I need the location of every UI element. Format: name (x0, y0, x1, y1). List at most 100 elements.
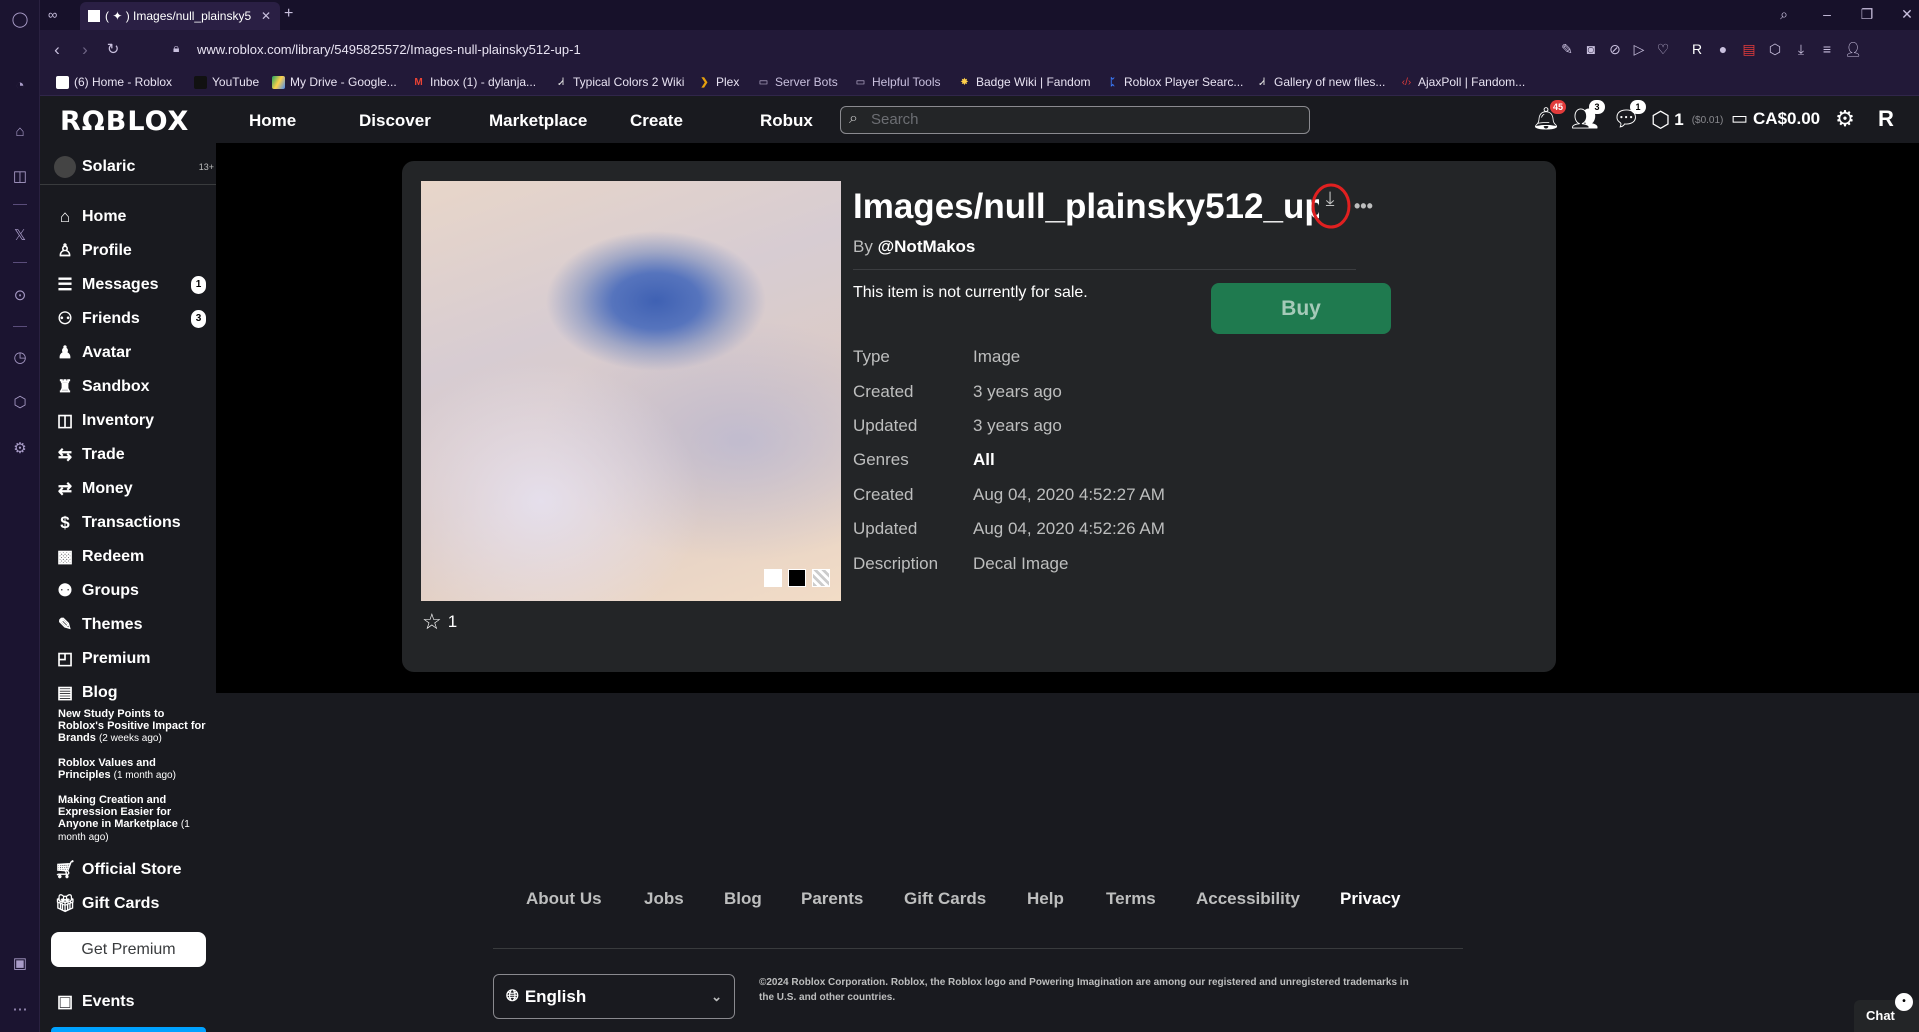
bookmark-folder[interactable]: ▭ Server Bots (757, 75, 838, 89)
bookmark-folder[interactable]: ▭ Helpful Tools (854, 75, 941, 89)
bookmark[interactable]: ‹/› AjaxPoll | Fandom... (1400, 75, 1525, 89)
blog-post[interactable]: Making Creation and Expression Easier fo… (58, 794, 208, 844)
more-options-icon[interactable]: ••• (1354, 196, 1373, 217)
close-window-icon[interactable]: ✕ (1897, 6, 1917, 23)
sidebar-item-blog[interactable]: ▤ Blog (40, 677, 216, 709)
account-icon[interactable]: 👤︎ (1844, 41, 1862, 59)
chat-button[interactable]: Chat • (1854, 993, 1919, 1032)
footer-link-privacy[interactable]: Privacy (1340, 889, 1401, 909)
back-icon[interactable]: ‹ (46, 40, 68, 60)
bookmark[interactable]: YouTube (194, 75, 259, 89)
aria-icon[interactable]: ◔ (9, 74, 31, 96)
roblox-logo[interactable]: RΩBLOX (60, 106, 189, 137)
url-field[interactable]: www.roblox.com/library/5495825572/Images… (197, 42, 581, 57)
sidebar-item-official-store[interactable]: 🛒︎ Official Store (40, 854, 216, 886)
nav-home[interactable]: Home (249, 111, 296, 131)
footer-link-jobs[interactable]: Jobs (644, 889, 684, 909)
extensions-toolbar-icon[interactable]: ⬡ (1766, 41, 1784, 59)
favorite-button[interactable]: ☆ 1 (422, 609, 457, 635)
sidebar-item-home[interactable]: ⌂ Home (40, 201, 216, 233)
settings-gear-icon[interactable]: ⚙ (1832, 106, 1858, 132)
nav-discover[interactable]: Discover (359, 111, 431, 131)
restore-icon[interactable]: ❐ (1857, 6, 1877, 23)
close-tab-icon[interactable]: ✕ (261, 9, 271, 23)
bookmark[interactable]: Ꮧ Typical Colors 2 Wiki (555, 75, 684, 89)
language-selector[interactable]: 🌐︎ English ⌄ (493, 974, 735, 1019)
sidebar-item-themes[interactable]: ✎ Themes (40, 609, 216, 641)
bookmark[interactable]: M Inbox (1) - dylanja... (412, 75, 536, 89)
friends-header-icon[interactable]: 👥︎ 3 (1571, 100, 1605, 132)
opera-logo-icon[interactable]: ◯ (9, 8, 31, 30)
notifications-icon[interactable]: 🔔︎ 45 (1532, 100, 1566, 132)
sidebar-user[interactable]: Solaric 13+ (40, 151, 216, 183)
footer-link-help[interactable]: Help (1027, 889, 1064, 909)
reload-icon[interactable]: ↻ (102, 40, 124, 58)
sidebar-item-trade[interactable]: ⇆ Trade (40, 439, 216, 471)
black-background-swatch[interactable] (788, 569, 806, 587)
more-icon[interactable]: ⋯ (9, 998, 31, 1020)
detail-value[interactable]: All (973, 450, 995, 470)
chat-header-icon[interactable]: 💬︎ 1 (1612, 100, 1646, 132)
sidebar-item-gift-cards[interactable]: 🎁︎ Gift Cards (40, 888, 216, 920)
search-input[interactable] (871, 111, 1291, 128)
footer-link-accessibility[interactable]: Accessibility (1196, 889, 1300, 909)
search-box[interactable]: ⌕ (840, 106, 1310, 134)
history-icon[interactable]: ◷ (9, 346, 31, 368)
sidebar-item-money[interactable]: ⇄ Money (40, 473, 216, 505)
sidebar-item-friends[interactable]: ⚇ Friends 3 (40, 303, 216, 335)
bookmark[interactable]: ✸ Badge Wiki | Fandom (958, 75, 1090, 89)
gallery-icon[interactable]: ▣ (9, 952, 31, 974)
easy-setup-icon[interactable]: ≡ (1818, 41, 1836, 59)
sidebar-item-transactions[interactable]: $ Transactions (40, 507, 216, 539)
extensions-icon[interactable]: ⬡ (9, 391, 31, 413)
snapshot-icon[interactable]: ◙ (1582, 41, 1600, 59)
blog-post[interactable]: New Study Points to Roblox's Positive Im… (58, 708, 208, 745)
messenger-icon[interactable]: ◫ (9, 165, 31, 187)
bookmark[interactable]: (6) Home - Roblox (56, 75, 172, 89)
workspaces-icon[interactable]: ⌂ (9, 120, 31, 142)
white-background-swatch[interactable] (764, 569, 782, 587)
sidebar-item-events[interactable]: ▣ Events (40, 986, 216, 1018)
sidebar-item-sandbox[interactable]: ♜ Sandbox (40, 371, 216, 403)
footer-link-about-us[interactable]: About Us (526, 889, 602, 909)
footer-link-blog[interactable]: Blog (724, 889, 762, 909)
credit-balance[interactable]: ▭ CA$0.00 (1731, 108, 1820, 129)
player-icon[interactable]: ⊙ (9, 284, 31, 306)
nav-robux[interactable]: Robux (760, 111, 813, 131)
sidebar-item-premium[interactable]: ◰ Premium (40, 643, 216, 675)
edit-icon[interactable]: ✎ (1558, 41, 1576, 59)
forward-icon[interactable]: › (74, 40, 96, 60)
active-tab[interactable]: ( ✦ ) Images/null_plainsky5 ✕ (80, 2, 280, 30)
nav-marketplace[interactable]: Marketplace (489, 111, 587, 131)
sidebar-item-redeem[interactable]: ▩ Redeem (40, 541, 216, 573)
bookmark[interactable]: ᛈ Roblox Player Searc... (1106, 75, 1244, 89)
new-tab-button[interactable]: + (284, 5, 293, 23)
sidebar-item-inventory[interactable]: ◫ Inventory (40, 405, 216, 437)
settings-icon[interactable]: ⚙ (9, 437, 31, 459)
ext-badge-icon[interactable]: ▤ (1740, 41, 1758, 59)
sidebar-item-groups[interactable]: ⚉ Groups (40, 575, 216, 607)
get-premium-button[interactable]: Get Premium (51, 932, 206, 967)
sidebar-item-messages[interactable]: ☰ Messages 1 (40, 269, 216, 301)
sidebar-item-profile[interactable]: ♙ Profile (40, 235, 216, 267)
ext-avatar-icon[interactable]: ● (1714, 41, 1732, 59)
bookmark[interactable]: Ꮧ Gallery of new files... (1256, 75, 1385, 89)
search-tabs-icon[interactable]: ⌕ (1774, 6, 1794, 23)
roblox-extension-header-icon[interactable]: R (1873, 106, 1899, 132)
blog-post[interactable]: Roblox Values and Principles (1 month ag… (58, 757, 208, 782)
tab-island-icon[interactable]: ∞ (48, 7, 57, 22)
player-toolbar-icon[interactable]: ▷ (1630, 41, 1648, 59)
download-toolbar-icon[interactable]: ⤓ (1792, 41, 1810, 59)
creator-link[interactable]: @NotMakos (878, 237, 976, 256)
buy-button[interactable]: Buy (1211, 283, 1391, 334)
minimize-icon[interactable]: – (1817, 6, 1837, 22)
footer-link-gift-cards[interactable]: Gift Cards (904, 889, 986, 909)
footer-link-terms[interactable]: Terms (1106, 889, 1156, 909)
favorite-icon[interactable]: ♡ (1654, 41, 1672, 59)
robux-balance[interactable]: ⬡ 1 ($0.01) (1651, 107, 1723, 133)
adblock-icon[interactable]: ⊘ (1606, 41, 1624, 59)
bookmark[interactable]: My Drive - Google... (272, 75, 397, 89)
footer-link-parents[interactable]: Parents (801, 889, 863, 909)
roblox-ext-icon[interactable]: R (1688, 41, 1706, 59)
x-twitter-icon[interactable]: 𝕏 (9, 224, 31, 246)
